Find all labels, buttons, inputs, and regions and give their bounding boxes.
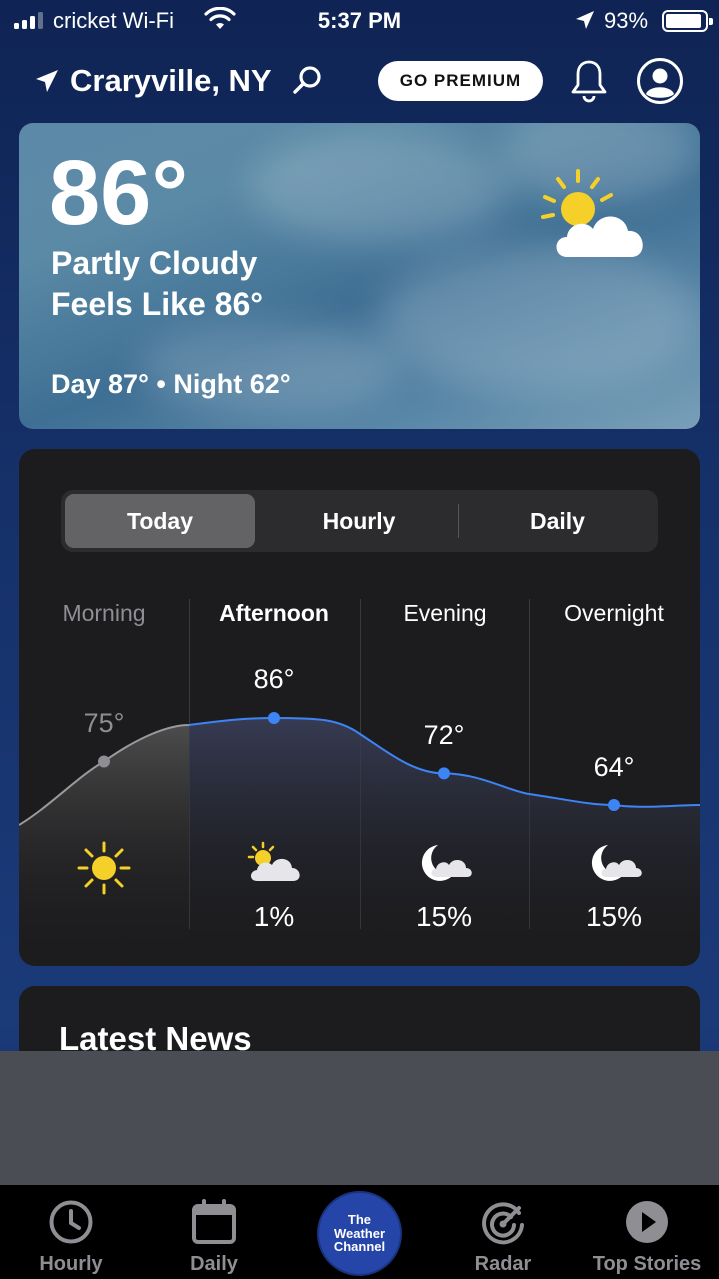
temperature-point-afternoon: [268, 712, 280, 724]
radar-icon: [482, 1202, 524, 1245]
forecast-card: Today Hourly Daily Morning Afternoon Eve…: [19, 449, 700, 966]
tab-bar-label: Top Stories: [592, 1253, 702, 1275]
precip-evening: 15%: [415, 901, 473, 932]
tab-bar-top-stories[interactable]: Top Stories: [585, 1185, 709, 1279]
day-night-temps: Day 87° • Night 62°: [51, 369, 291, 399]
ad-placeholder: [0, 1051, 719, 1185]
precip-overnight: 15%: [585, 901, 643, 932]
temp-evening: 72°: [423, 720, 465, 750]
go-premium-button[interactable]: GO PREMIUM: [378, 61, 543, 101]
clock-icon: [49, 1200, 93, 1244]
feels-like: Feels Like 86°: [51, 286, 264, 322]
location-services-icon: [576, 11, 594, 29]
temperature-point-evening: [438, 767, 450, 780]
battery-percent: 93%: [604, 8, 649, 33]
tab-bar-label: Radar: [474, 1253, 532, 1275]
profile-icon[interactable]: [636, 57, 684, 105]
status-bar: cricket Wi-Fi 5:37 PM 93%: [0, 0, 719, 40]
temp-morning: 75°: [83, 708, 125, 738]
weather-channel-logo[interactable]: The Weather Channel: [317, 1191, 402, 1276]
temperature-point-overnight: [608, 799, 620, 811]
temp-overnight: 64°: [593, 752, 635, 782]
play-icon: [626, 1201, 668, 1243]
moon-cloud-icon: [421, 845, 472, 881]
partly-cloudy-icon: [541, 169, 643, 257]
current-condition: Partly Cloudy: [51, 245, 258, 281]
current-temperature: 86°: [49, 142, 189, 244]
current-conditions-card[interactable]: 86° Partly Cloudy Feels Like 86° Day 87°…: [19, 123, 700, 429]
partly-cloudy-icon: [247, 841, 300, 881]
battery-icon: [662, 10, 713, 32]
moon-cloud-icon: [591, 845, 642, 881]
sun-icon: [77, 841, 131, 895]
tab-bar-label: Daily: [190, 1253, 238, 1275]
precip-afternoon: 1%: [253, 901, 295, 932]
search-icon[interactable]: [292, 64, 324, 96]
temperature-point-morning: [98, 755, 110, 768]
location-name[interactable]: Craryville, NY: [70, 63, 272, 99]
tab-bar-radar[interactable]: Radar: [443, 1185, 563, 1279]
tab-bar-hourly[interactable]: Hourly: [11, 1185, 131, 1279]
tab-bar-daily[interactable]: Daily: [154, 1185, 274, 1279]
location-arrow-icon[interactable]: [34, 68, 60, 94]
bell-icon[interactable]: [570, 58, 608, 104]
battery-fill: [666, 14, 702, 28]
app-header: Craryville, NY GO PREMIUM: [0, 50, 719, 112]
calendar-icon: [192, 1199, 236, 1244]
tab-bar-label: Hourly: [39, 1253, 103, 1275]
temp-afternoon: 86°: [253, 664, 295, 694]
